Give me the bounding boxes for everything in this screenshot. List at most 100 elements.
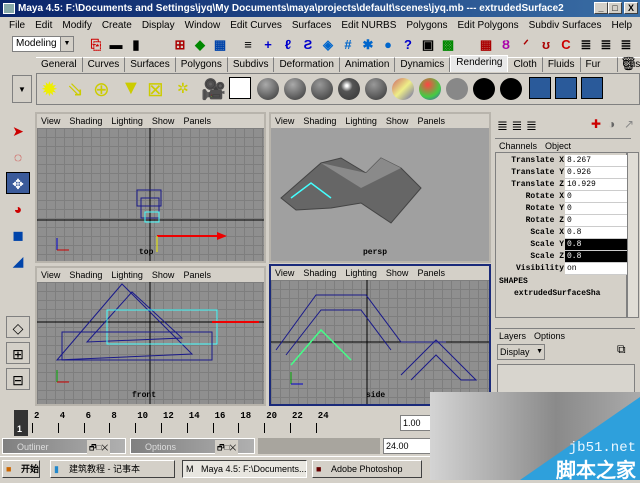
tab-deformation[interactable]: Deformation [274, 57, 339, 72]
point-light-icon[interactable]: ⊕ [93, 77, 110, 102]
outliner-minimized[interactable]: Outliner🗗□✕ [2, 438, 126, 454]
material-phonge-icon[interactable] [338, 78, 360, 100]
channel-box-toggle-icon[interactable]: ≣ [578, 37, 594, 53]
shader-black-icon[interactable] [473, 78, 495, 100]
area-light-icon[interactable]: ⊠ [147, 77, 164, 102]
graph-icon[interactable]: Ȣ [498, 37, 514, 53]
menu-view[interactable]: View [275, 266, 294, 280]
viewport-canvas[interactable]: top [37, 128, 264, 261]
mode-select[interactable]: Modeling▼ [12, 36, 74, 52]
range-end-field[interactable]: 24.00 [383, 438, 433, 454]
menu-panels[interactable]: Panels [183, 268, 211, 282]
menu-lighting[interactable]: Lighting [345, 266, 377, 280]
viewport-side[interactable]: View Shading Lighting Show Panels side [269, 264, 491, 406]
viewport-canvas[interactable]: front [37, 282, 264, 404]
open-scene-icon[interactable]: ▬ [108, 37, 124, 53]
menu-create[interactable]: Create [97, 17, 137, 34]
channel-value[interactable]: 0 [565, 203, 629, 215]
tab-curves[interactable]: Curves [83, 57, 126, 72]
shader-black2-icon[interactable] [500, 78, 522, 100]
menu-channels[interactable]: Channels [499, 139, 537, 152]
ipr-render-icon[interactable] [555, 77, 577, 99]
channel-row[interactable]: Scale Z0.8 [502, 251, 632, 263]
menu-shading[interactable]: Shading [303, 266, 336, 280]
volume-light-icon[interactable]: ✲ [177, 80, 189, 97]
maximize-button[interactable]: □ [608, 2, 622, 14]
tool-settings-icon[interactable]: ≣ [618, 37, 634, 53]
channel-row[interactable]: Scale X0.8 [502, 227, 632, 239]
menu-panels[interactable]: Panels [417, 266, 445, 280]
snap-curve-icon[interactable]: ℓ [280, 37, 296, 53]
menu-view[interactable]: View [41, 114, 60, 128]
menu-edit-nurbs[interactable]: Edit NURBS [336, 17, 401, 34]
channel-row[interactable]: Translate Z10.929 [502, 179, 632, 191]
start-button[interactable]: ■开始 [2, 460, 40, 478]
window-controls[interactable]: 🗗□✕ [87, 440, 110, 456]
menu-shading[interactable]: Shading [303, 114, 336, 128]
menu-show[interactable]: Show [152, 268, 175, 282]
channel-value[interactable]: 0 [565, 191, 629, 203]
attribute-editor-icon[interactable]: ≣ [598, 37, 614, 53]
snap-menu-icon[interactable]: ≡ [240, 37, 256, 53]
menu-lighting[interactable]: Lighting [345, 114, 377, 128]
tab-rendering[interactable]: Rendering [450, 55, 508, 72]
channel-row[interactable]: Translate Y0.926 [502, 167, 632, 179]
tab-animation[interactable]: Animation [340, 57, 395, 72]
new-scene-icon[interactable]: ⎘ [88, 37, 104, 53]
viewport-front[interactable]: ViewShadingLightingShowPanels front [35, 266, 266, 406]
menu-shading[interactable]: Shading [69, 268, 102, 282]
menu-help[interactable]: Help [607, 17, 638, 34]
snap-view-plane-icon[interactable]: ◈ [320, 37, 336, 53]
snap-grid-icon[interactable]: + [260, 37, 276, 53]
channel-scrollbar[interactable] [627, 152, 639, 318]
texture-fractal-icon[interactable] [419, 78, 441, 100]
menu-panels[interactable]: Panels [417, 114, 445, 128]
viewport-canvas[interactable]: side [271, 280, 489, 404]
move-manip-arrow[interactable] [217, 232, 227, 240]
manipulator-icon[interactable]: ✚ [591, 117, 601, 131]
channel-row[interactable]: Visibilityon [502, 263, 632, 275]
menu-view[interactable]: View [41, 268, 60, 282]
render-view-icon[interactable] [229, 77, 251, 99]
range-slider[interactable] [258, 438, 380, 454]
scale-tool-icon[interactable]: ◼ [6, 224, 30, 246]
menu-polygons[interactable]: Polygons [401, 17, 452, 34]
channel-box-layout-icons[interactable]: ≣ ≣ ≣ [497, 118, 537, 134]
camera-icon[interactable]: 🎥 [201, 77, 226, 102]
tab-surfaces[interactable]: Surfaces [125, 57, 175, 72]
window-controls[interactable]: 🗗□✕ [215, 440, 238, 456]
tab-polygons[interactable]: Polygons [176, 57, 228, 72]
shader-gray-icon[interactable] [446, 78, 468, 100]
single-pane-layout-icon[interactable]: ◇ [6, 316, 30, 338]
channel-value[interactable]: 10.929 [565, 179, 629, 191]
menu-subdiv-surfaces[interactable]: Subdiv Surfaces [524, 17, 607, 34]
hypershade-icon[interactable]: ▦ [478, 37, 494, 53]
range-start-field[interactable]: 1.00 [400, 415, 432, 431]
ipr-icon[interactable]: ᐟ [518, 37, 534, 53]
menu-layers[interactable]: Layers [499, 329, 526, 342]
task-maya[interactable]: MMaya 4.5: F:\Documents... [182, 460, 307, 478]
history-icon[interactable]: ✱ [360, 37, 376, 53]
viewport-persp[interactable]: ViewShadingLightingShowPanels persp [269, 112, 491, 263]
channel-row[interactable]: Rotate Z0 [502, 215, 632, 227]
tab-subdivs[interactable]: Subdivs [228, 57, 275, 72]
tab-fur[interactable]: Fur [581, 57, 618, 72]
rotate-tool-icon[interactable]: ◕ [6, 198, 30, 220]
menu-view[interactable]: View [275, 114, 294, 128]
menu-panels[interactable]: Panels [183, 114, 211, 128]
selection-mask-icon[interactable]: ▩ [440, 37, 456, 53]
tab-dynamics[interactable]: Dynamics [395, 57, 450, 72]
select-hierarchy-icon[interactable]: ⊞ [172, 37, 188, 53]
select-tool-icon[interactable]: ➤ [6, 120, 30, 142]
channel-value[interactable]: 0.926 [565, 167, 629, 179]
arrow-icon[interactable]: ↗ [624, 117, 634, 131]
channel-value[interactable]: 0.8 [565, 239, 629, 251]
menu-surfaces[interactable]: Surfaces [287, 17, 336, 34]
lasso-tool-icon[interactable]: ◌ [6, 146, 30, 168]
menu-display[interactable]: Display [137, 17, 180, 34]
channel-value[interactable]: 0.8 [565, 227, 629, 239]
ambient-light-icon[interactable]: ✹ [41, 77, 58, 102]
material-phong-icon[interactable] [311, 78, 333, 100]
render-icon[interactable]: ● [380, 37, 396, 53]
menu-show[interactable]: Show [386, 266, 409, 280]
